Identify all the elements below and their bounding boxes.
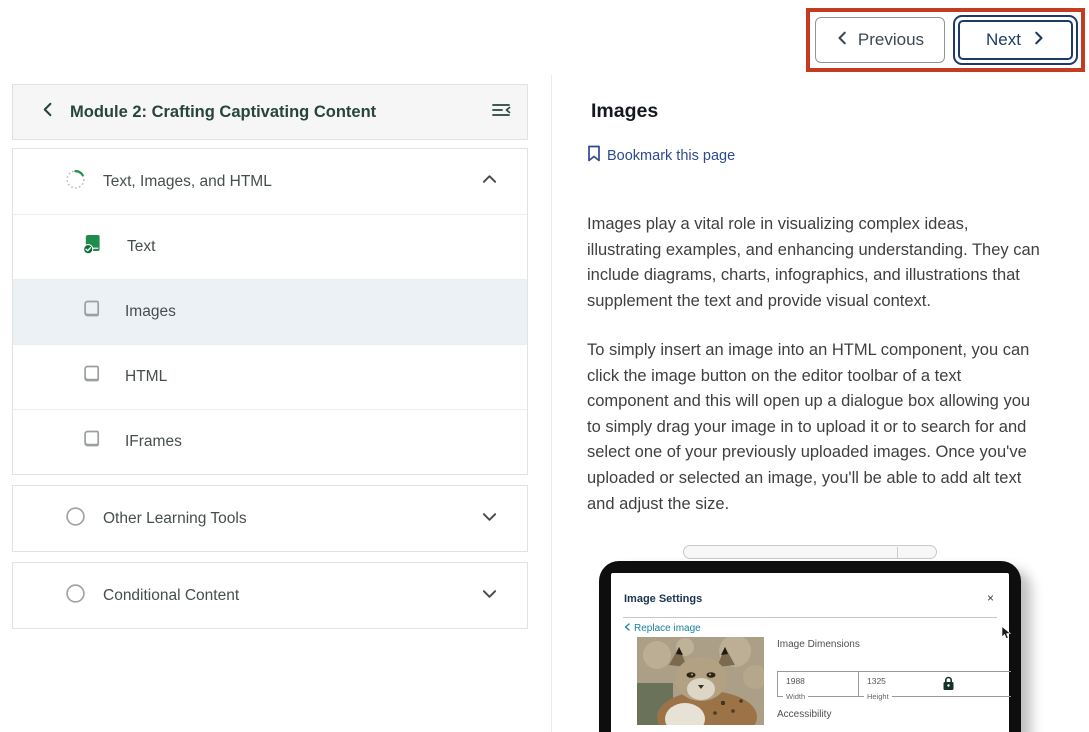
page-title: Images (591, 100, 658, 123)
panel-divider (551, 75, 552, 732)
width-field: 1988 Width (778, 672, 859, 696)
section-label: Other Learning Tools (103, 510, 482, 528)
bookmark-link[interactable]: Bookmark this page (587, 145, 735, 166)
bookmark-icon (587, 145, 601, 166)
sidebar-section-group: Other Learning Tools (12, 485, 528, 552)
chevron-right-icon (1031, 30, 1045, 50)
sidebar-header: Module 2: Crafting Captivating Content (12, 84, 528, 140)
tablet-screen: Image Settings × Replace image (611, 573, 1009, 732)
body-paragraph: To simply insert an image into an HTML c… (587, 338, 1044, 517)
bookmark-label: Bookmark this page (607, 148, 735, 164)
mouse-pointer-icon (1001, 626, 1012, 645)
chevron-up-icon (482, 172, 497, 192)
sidebar-item-iframes[interactable]: IFrames (13, 409, 527, 474)
replace-image-label: Replace image (634, 623, 701, 634)
sidebar-item-text[interactable]: Text (13, 214, 527, 279)
stylus-joint (897, 547, 898, 558)
book-icon (81, 429, 102, 455)
module-title: Module 2: Crafting Captivating Content (70, 103, 491, 122)
height-value: 1325 (867, 676, 886, 686)
dialog-title: Image Settings (624, 593, 702, 605)
width-value: 1988 (786, 676, 805, 686)
course-sidebar: Module 2: Crafting Captivating Content (12, 84, 528, 629)
sidebar-section-conditional-content[interactable]: Conditional Content (13, 563, 527, 628)
height-label: Height (864, 692, 892, 701)
sidebar-item-images[interactable]: Images (13, 279, 527, 344)
tablet-mockup-figure: Image Settings × Replace image (587, 540, 1047, 732)
section-label: Conditional Content (103, 587, 482, 605)
image-dimensions-label: Image Dimensions (777, 639, 860, 650)
circle-outline-icon (65, 583, 86, 609)
replace-image-link: Replace image (624, 623, 701, 634)
annotation-highlight: Previous Next (806, 8, 1085, 72)
book-icon (81, 299, 102, 325)
book-icon (81, 364, 102, 390)
item-label: Images (125, 303, 497, 321)
completed-page-icon (81, 233, 104, 261)
dialog-divider (623, 617, 997, 618)
chevron-left-icon (836, 30, 850, 50)
dimension-fields: 1988 Width 1325 Height (777, 671, 1011, 697)
stylus-pencil (683, 545, 937, 559)
tablet-frame: Image Settings × Replace image (599, 561, 1021, 732)
sidebar-section-group: Conditional Content (12, 562, 528, 629)
body-paragraph: Images play a vital role in visualizing … (587, 212, 1044, 314)
sidebar-item-html[interactable]: HTML (13, 344, 527, 409)
chevron-left-icon (624, 623, 630, 634)
next-label: Next (986, 30, 1021, 50)
close-icon: × (987, 591, 994, 605)
chevron-down-icon (482, 586, 497, 606)
item-label: Text (127, 238, 497, 256)
chevron-down-icon (482, 509, 497, 529)
circle-outline-icon (65, 506, 86, 532)
collapse-sidebar-icon[interactable] (491, 101, 511, 124)
section-label: Text, Images, and HTML (103, 173, 482, 191)
accessibility-label: Accessibility (777, 709, 831, 720)
previous-label: Previous (858, 30, 924, 50)
item-label: HTML (125, 368, 497, 386)
sidebar-section-group: Text, Images, and HTML Text (12, 148, 528, 475)
app-window: Previous Next Module 2: Crafting Captiva… (0, 0, 1089, 732)
previous-button[interactable]: Previous (815, 17, 945, 63)
item-label: IFrames (125, 433, 497, 451)
progress-circle-icon (65, 169, 86, 195)
lynx-photo (637, 637, 764, 725)
lock-icon (942, 676, 955, 696)
width-label: Width (783, 692, 808, 701)
back-icon[interactable] (41, 102, 56, 122)
next-button[interactable]: Next (953, 15, 1078, 65)
sidebar-section-text-images-html[interactable]: Text, Images, and HTML (13, 149, 527, 214)
sidebar-section-other-learning-tools[interactable]: Other Learning Tools (13, 486, 527, 551)
